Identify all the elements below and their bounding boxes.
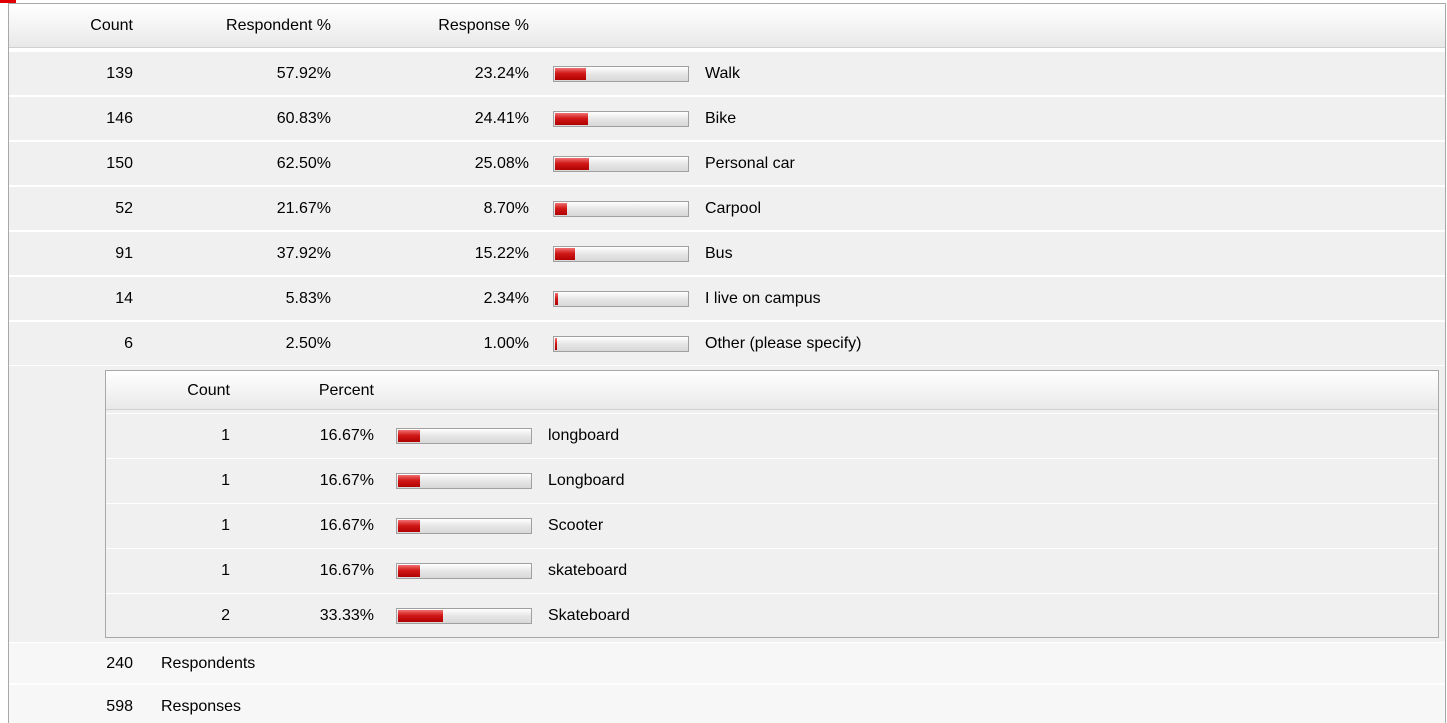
other-header-count: Count <box>187 382 230 399</box>
percent-bar <box>553 156 689 172</box>
row-answer-label: Other (please specify) <box>705 335 862 352</box>
other-row-answer-label: Skateboard <box>548 607 630 624</box>
other-percent-bar <box>396 563 532 579</box>
row-response-percent: 25.08% <box>474 155 529 172</box>
percent-bar-fill <box>555 248 575 260</box>
other-responses-section: Count Percent 1 16.67% longboard 1 16.67% Lon… <box>9 366 1445 642</box>
row-respondent-percent: 60.83% <box>276 110 331 127</box>
row-response-percent: 2.34% <box>483 290 529 307</box>
responses-count: 598 <box>106 698 133 715</box>
table-row: 139 57.92% 23.24% Walk <box>9 51 1445 95</box>
respondents-label: Respondents <box>161 655 256 672</box>
percent-bar <box>553 336 689 352</box>
other-table-row: 1 16.67% longboard <box>106 413 1438 457</box>
other-percent-bar <box>396 428 532 444</box>
row-response-percent: 1.00% <box>483 335 529 352</box>
row-respondent-percent: 57.92% <box>276 65 331 82</box>
other-row-percent: 33.33% <box>319 607 374 624</box>
other-table-row: 1 16.67% Longboard <box>106 458 1438 502</box>
percent-bar <box>553 111 689 127</box>
other-row-percent: 16.67% <box>319 472 374 489</box>
other-row-count: 1 <box>221 427 230 444</box>
other-percent-bar-fill <box>398 475 420 487</box>
other-table-row: 2 33.33% Skateboard <box>106 593 1438 637</box>
row-answer-label: Carpool <box>705 200 762 217</box>
percent-bar-fill <box>555 338 557 350</box>
other-row-count: 1 <box>221 562 230 579</box>
table-row: 91 37.92% 15.22% Bus <box>9 231 1445 275</box>
survey-results-page: Count Respondent % Response % 139 57.92% 2… <box>0 0 1447 723</box>
header-respondent-percent: Respondent % <box>226 17 331 34</box>
row-respondent-percent: 2.50% <box>285 335 331 352</box>
other-row-percent: 16.67% <box>319 562 374 579</box>
respondents-total-row: 240 Respondents <box>9 642 1445 683</box>
other-percent-bar-fill <box>398 610 443 622</box>
row-count: 139 <box>106 65 133 82</box>
row-respondent-percent: 62.50% <box>276 155 331 172</box>
table-row: 146 60.83% 24.41% Bike <box>9 96 1445 140</box>
table-row: 150 62.50% 25.08% Personal car <box>9 141 1445 185</box>
respondents-count: 240 <box>106 655 133 672</box>
percent-bar-fill <box>555 293 558 305</box>
row-answer-label: Bus <box>705 245 733 262</box>
other-percent-bar <box>396 518 532 534</box>
row-count: 52 <box>115 200 133 217</box>
percent-bar-fill <box>555 113 588 125</box>
row-count: 146 <box>106 110 133 127</box>
results-table: Count Respondent % Response % 139 57.92% 2… <box>8 3 1446 723</box>
other-percent-bar-fill <box>398 520 420 532</box>
other-row-count: 1 <box>221 517 230 534</box>
other-row-count: 1 <box>221 472 230 489</box>
row-count: 150 <box>106 155 133 172</box>
row-response-percent: 15.22% <box>474 245 529 262</box>
row-count: 14 <box>115 290 133 307</box>
table-header-row: Count Respondent % Response % <box>9 4 1445 48</box>
other-row-answer-label: skateboard <box>548 562 628 579</box>
other-row-answer-label: Longboard <box>548 472 625 489</box>
other-percent-bar <box>396 473 532 489</box>
percent-bar-fill <box>555 203 567 215</box>
percent-bar <box>553 246 689 262</box>
row-count: 6 <box>124 335 133 352</box>
row-respondent-percent: 37.92% <box>276 245 331 262</box>
row-answer-label: Bike <box>705 110 737 127</box>
row-respondent-percent: 21.67% <box>276 200 331 217</box>
responses-total-row: 598 Responses <box>9 684 1445 723</box>
row-respondent-percent: 5.83% <box>285 290 331 307</box>
row-response-percent: 8.70% <box>483 200 529 217</box>
row-answer-label: Walk <box>705 65 740 82</box>
row-answer-label: Personal car <box>705 155 795 172</box>
header-response-percent: Response % <box>438 17 529 34</box>
table-row: 14 5.83% 2.34% I live on campus <box>9 276 1445 320</box>
other-row-answer-label: longboard <box>548 427 620 444</box>
other-percent-bar-fill <box>398 565 420 577</box>
table-row: 52 21.67% 8.70% Carpool <box>9 186 1445 230</box>
row-response-percent: 23.24% <box>474 65 529 82</box>
percent-bar <box>553 66 689 82</box>
other-responses-table: Count Percent 1 16.67% longboard 1 16.67% Lon… <box>105 370 1439 638</box>
row-answer-label: I live on campus <box>705 290 821 307</box>
percent-bar <box>553 291 689 307</box>
row-response-percent: 24.41% <box>474 110 529 127</box>
other-row-percent: 16.67% <box>319 517 374 534</box>
other-percent-bar-fill <box>398 430 420 442</box>
table-row: 6 2.50% 1.00% Other (please specify) <box>9 321 1445 365</box>
row-count: 91 <box>115 245 133 262</box>
responses-label: Responses <box>161 698 242 715</box>
other-table-row: 1 16.67% Scooter <box>106 503 1438 547</box>
percent-bar <box>553 201 689 217</box>
other-table-row: 1 16.67% skateboard <box>106 548 1438 592</box>
percent-bar-fill <box>555 158 589 170</box>
header-count: Count <box>90 17 133 34</box>
other-header-percent: Percent <box>318 382 374 399</box>
percent-bar-fill <box>555 68 586 80</box>
other-table-header-row: Count Percent <box>106 371 1438 410</box>
other-row-percent: 16.67% <box>319 427 374 444</box>
other-row-count: 2 <box>221 607 230 624</box>
other-percent-bar <box>396 608 532 624</box>
other-row-answer-label: Scooter <box>548 517 604 534</box>
